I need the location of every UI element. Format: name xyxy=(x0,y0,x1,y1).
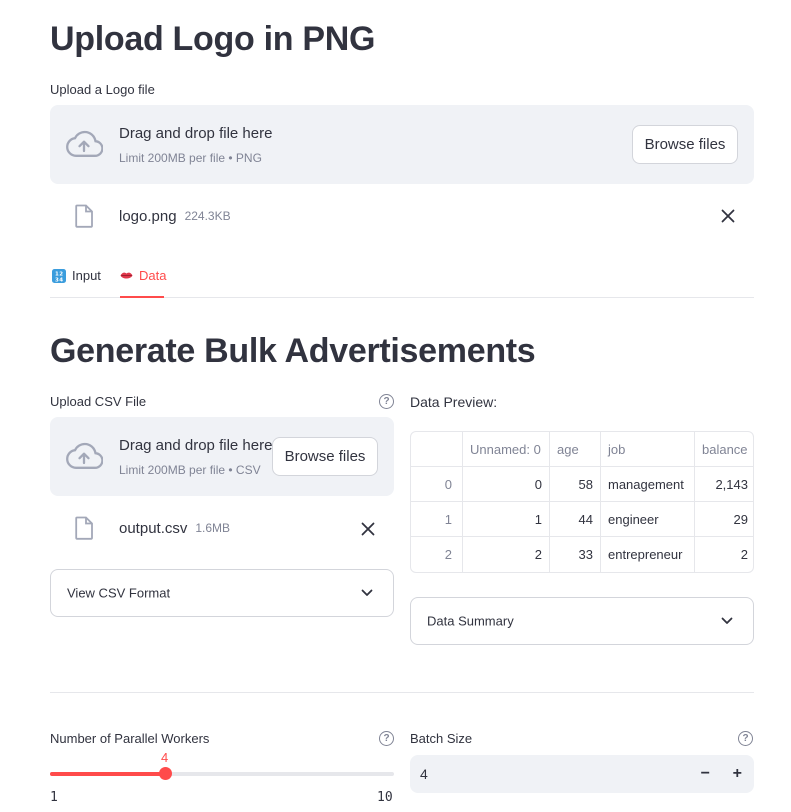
workers-slider-min: 1 xyxy=(50,790,58,805)
batch-size-decrement-button[interactable]: − xyxy=(701,765,710,783)
logo-file-size: 224.3KB xyxy=(184,209,231,223)
view-csv-format-label: View CSV Format xyxy=(67,585,171,601)
remove-logo-close-icon[interactable] xyxy=(721,209,735,223)
logo-dropzone-title: Drag and drop file here xyxy=(119,125,273,142)
table-header-cell[interactable]: balance xyxy=(695,432,753,467)
workers-slider-fill xyxy=(50,772,165,776)
table-header-cell[interactable]: job xyxy=(601,432,695,467)
table-row-index: 2 xyxy=(411,537,463,572)
logo-file-name: logo.png xyxy=(119,207,177,225)
table-cell[interactable]: 2,143 xyxy=(695,467,753,502)
tab-data[interactable]: Data xyxy=(120,268,166,283)
batch-size-input[interactable]: 4 − + xyxy=(410,755,754,793)
csv-browse-button[interactable]: Browse files xyxy=(272,437,378,476)
csv-dropzone-limit: Limit 200MB per file • CSV xyxy=(119,463,261,477)
logo-dropzone[interactable]: Drag and drop file here Limit 200MB per … xyxy=(50,105,754,184)
data-summary-label: Data Summary xyxy=(427,613,514,629)
table-cell[interactable]: 29 xyxy=(695,502,753,537)
section-divider xyxy=(50,692,754,693)
active-tab-indicator xyxy=(120,296,164,298)
table-cell[interactable]: 2 xyxy=(463,537,550,572)
logo-uploader-label: Upload a Logo file xyxy=(50,82,155,97)
table-header-cell[interactable]: Unnamed: 0 xyxy=(463,432,550,467)
cloud-upload-icon xyxy=(66,442,103,469)
csv-help-icon[interactable]: ? xyxy=(379,394,394,409)
table-cell[interactable]: entrepreneur xyxy=(601,537,695,572)
tab-bar: 1 2 3 4 Input Data xyxy=(50,262,754,298)
logo-uploaded-file: logo.png 224.3KB xyxy=(73,204,231,228)
cloud-upload-icon xyxy=(66,130,103,157)
table-cell[interactable]: management xyxy=(601,467,695,502)
csv-uploader-label: Upload CSV File xyxy=(50,394,147,409)
logo-dropzone-limit: Limit 200MB per file • PNG xyxy=(119,151,262,165)
tab-data-label: Data xyxy=(139,268,167,283)
table-cell[interactable]: 1 xyxy=(463,502,550,537)
data-preview-label: Data Preview: xyxy=(410,394,498,410)
table-row-index: 1 xyxy=(411,502,463,537)
csv-file-name: output.csv xyxy=(119,519,188,537)
file-icon xyxy=(75,204,93,228)
workers-label: Number of Parallel Workers xyxy=(50,731,210,746)
workers-slider-thumb[interactable] xyxy=(159,767,172,780)
csv-dropzone[interactable]: Drag and drop file here Limit 200MB per … xyxy=(50,417,394,496)
table-cell[interactable]: 33 xyxy=(550,537,601,572)
bulk-section-title: Generate Bulk Advertisements xyxy=(50,332,536,370)
tab-input[interactable]: 1 2 3 4 Input xyxy=(52,268,101,283)
logo-section-title: Upload Logo in PNG xyxy=(50,20,376,58)
table-cell[interactable]: 58 xyxy=(550,467,601,502)
workers-slider[interactable]: 4 xyxy=(50,750,394,780)
logo-browse-button[interactable]: Browse files xyxy=(632,125,738,164)
batch-size-value[interactable]: 4 xyxy=(420,766,428,782)
tab-input-label: Input xyxy=(72,268,101,283)
svg-text:4: 4 xyxy=(59,277,63,283)
table-cell[interactable]: 2 xyxy=(695,537,753,572)
chevron-down-icon xyxy=(721,617,733,624)
workers-slider-max: 10 xyxy=(377,790,393,805)
workers-slider-value: 4 xyxy=(161,750,169,765)
table-header-cell[interactable]: age xyxy=(550,432,601,467)
batch-size-help-icon[interactable]: ? xyxy=(738,731,753,746)
chevron-down-icon xyxy=(361,589,373,596)
csv-file-size: 1.6MB xyxy=(195,521,231,535)
view-csv-format-expander[interactable]: View CSV Format xyxy=(50,569,394,617)
workers-help-icon[interactable]: ? xyxy=(379,731,394,746)
data-preview-table[interactable]: Unnamed: 0 age job balance 0 0 58 manage… xyxy=(410,431,754,573)
batch-size-increment-button[interactable]: + xyxy=(733,765,742,783)
file-icon xyxy=(75,516,93,540)
table-row-index: 0 xyxy=(411,467,463,502)
batch-size-label: Batch Size xyxy=(410,731,473,746)
lips-icon xyxy=(120,272,133,278)
table-header-cell xyxy=(411,432,463,467)
data-summary-expander[interactable]: Data Summary xyxy=(410,597,754,645)
input-numbers-icon: 1 2 3 4 xyxy=(52,268,66,283)
table-cell[interactable]: 0 xyxy=(463,467,550,502)
remove-csv-close-icon[interactable] xyxy=(361,522,375,536)
csv-dropzone-title: Drag and drop file here xyxy=(119,437,273,454)
csv-uploaded-file: output.csv 1.6MB xyxy=(73,516,230,540)
table-cell[interactable]: engineer xyxy=(601,502,695,537)
table-cell[interactable]: 44 xyxy=(550,502,601,537)
